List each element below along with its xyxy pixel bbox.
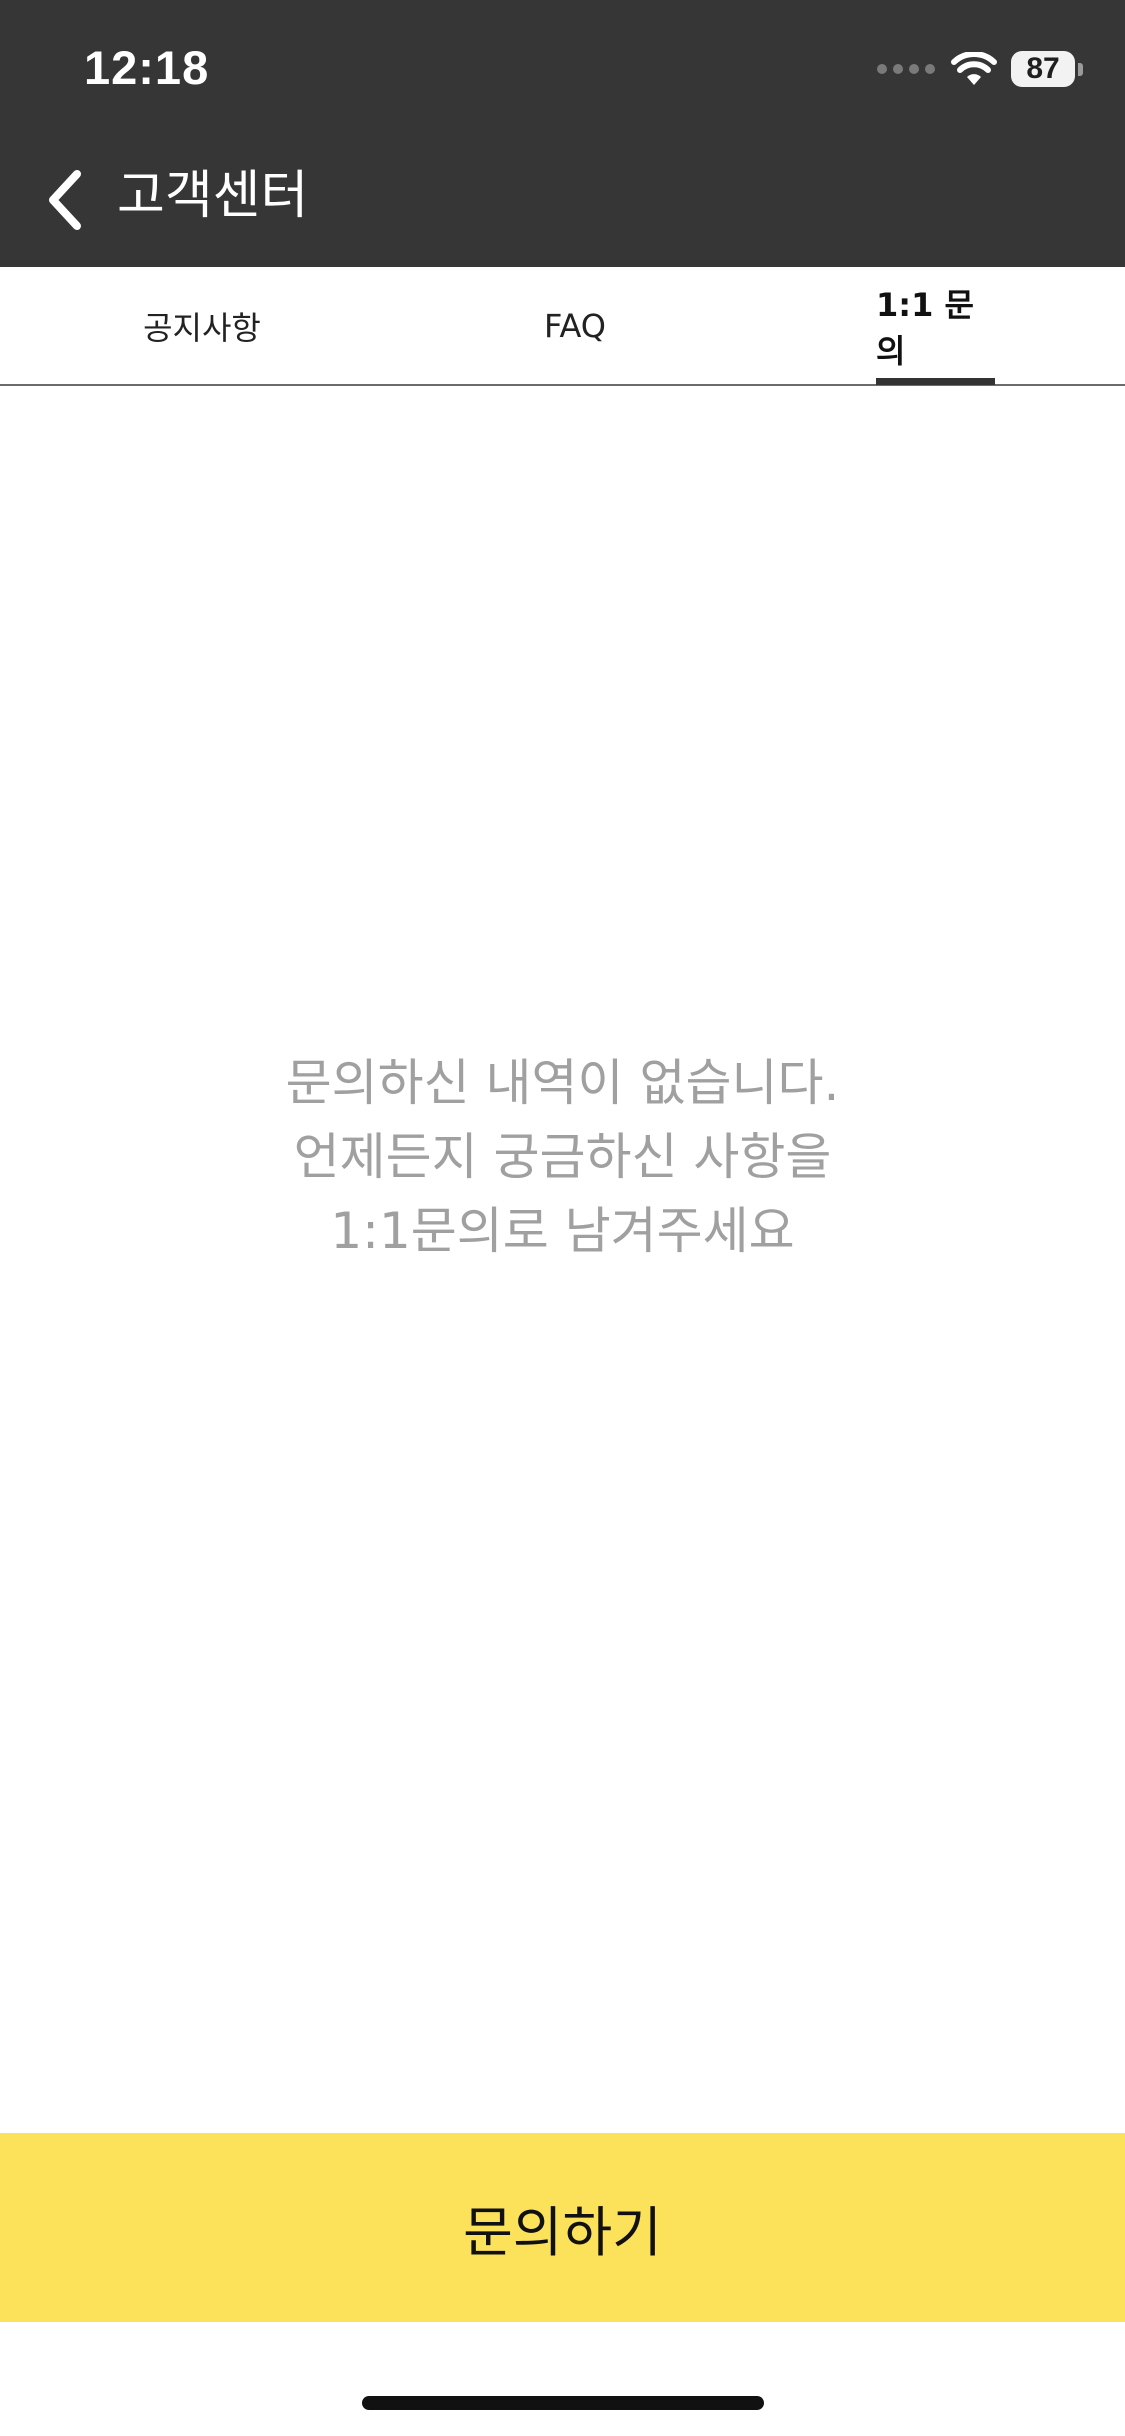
battery-level: 87 — [1011, 51, 1075, 87]
empty-state-line: 문의하신 내역이 없습니다. — [285, 1054, 840, 1112]
back-button[interactable] — [30, 160, 100, 240]
tab-notices[interactable]: 공지사항 — [0, 267, 404, 384]
empty-state-line: 1:1문의로 남겨주세요 — [330, 1202, 795, 1260]
tab-faq[interactable]: FAQ — [404, 267, 746, 384]
tab-bar: 공지사항 FAQ 1:1 문의 — [0, 267, 1125, 386]
home-indicator — [362, 2396, 764, 2410]
cellular-signal-icon — [877, 64, 935, 74]
page-title: 고객센터 — [117, 166, 309, 226]
tab-one-on-one-inquiry[interactable]: 1:1 문의 — [876, 267, 995, 384]
chevron-left-icon — [49, 170, 81, 230]
status-time: 12:18 — [84, 41, 210, 94]
active-tab-indicator — [876, 378, 995, 385]
status-icons: 87 — [877, 46, 1083, 92]
battery-icon: 87 — [1011, 51, 1083, 87]
inquiry-button[interactable]: 문의하기 — [0, 2133, 1125, 2322]
empty-state-line: 언제든지 궁금하신 사항을 — [293, 1128, 832, 1186]
empty-state-message: 문의하신 내역이 없습니다. 언제든지 궁금하신 사항을 1:1문의로 남겨주세… — [0, 1046, 1125, 1268]
wifi-icon — [951, 52, 997, 85]
app-header: 12:18 87 고객센터 — [0, 0, 1125, 267]
